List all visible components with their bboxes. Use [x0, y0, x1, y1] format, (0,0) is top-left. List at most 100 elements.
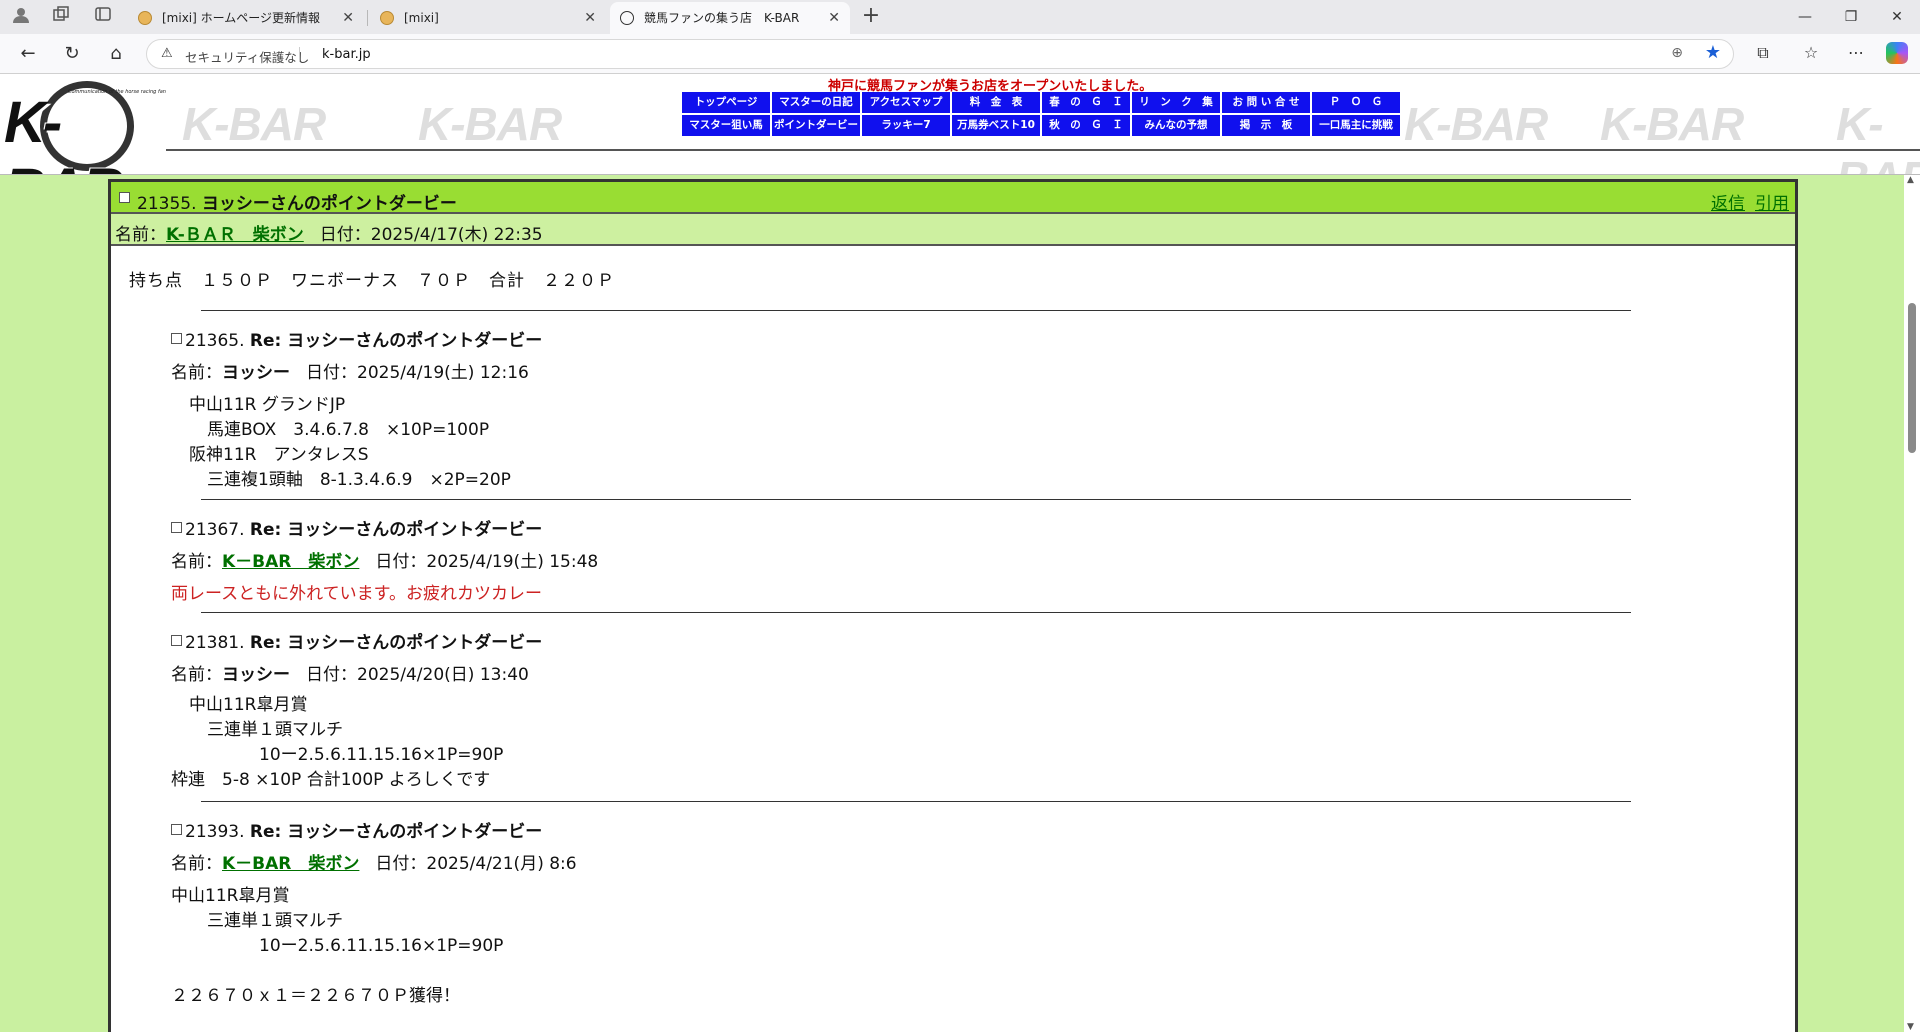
tab-title: [mixi] ホームページ更新情報	[162, 11, 321, 25]
reply-date: 2025/4/19(土) 15:48	[426, 552, 599, 572]
restore-button[interactable]: ❐	[1828, 0, 1874, 34]
reply-checkbox[interactable]	[171, 635, 182, 646]
close-window-button[interactable]: ✕	[1874, 0, 1920, 34]
date-label: 日付：	[375, 552, 427, 572]
reply-line: 10ー2.5.6.11.15.16×1P=90P	[259, 745, 504, 765]
address-bar[interactable]: ⚠ セキュリティ保護なし k-bar.jp ⊕ ★	[146, 39, 1734, 69]
mixi-favicon-icon	[138, 11, 152, 25]
menu-master-diary[interactable]: マスターの日記	[772, 92, 862, 113]
reply-title: Re: ヨッシーさんのポイントダービー	[249, 520, 543, 540]
scroll-down-icon[interactable]: ▼	[1907, 1022, 1914, 1032]
menu-point-derby[interactable]: ポイントダービー	[772, 115, 862, 136]
reply-line: 10ー2.5.6.11.15.16×1P=90P	[259, 936, 504, 956]
close-tab-icon[interactable]: ✕	[828, 2, 840, 34]
menu-master-picks[interactable]: マスター狙い馬	[682, 115, 772, 136]
watermark: K-BAR	[1836, 98, 1920, 175]
tab-mixi-updates[interactable]: [mixi] ホームページ更新情報 ✕	[128, 2, 364, 34]
menu-horse-owner[interactable]: 一口馬主に挑戦	[1312, 115, 1402, 136]
page-viewport: K-BAR K-BAR K-BAR K-BAR K-BAR K-BAR Comm…	[0, 75, 1920, 1032]
globe-icon	[620, 11, 634, 25]
favorite-star-icon[interactable]: ★	[1705, 42, 1721, 63]
reply-line: ２２６７０ｘ１＝２２６７０Ｐ獲得！	[171, 986, 460, 1006]
back-button[interactable]: ←	[16, 42, 40, 66]
minimize-button[interactable]: —	[1782, 0, 1828, 34]
post-date: 2025/4/17(木) 22:35	[370, 225, 543, 245]
tab-actions-icon[interactable]	[92, 6, 114, 28]
thread-checkbox[interactable]	[119, 192, 130, 203]
zoom-icon[interactable]: ⊕	[1671, 45, 1683, 61]
profile-icon[interactable]	[10, 6, 32, 28]
tab-bar: [mixi] ホームページ更新情報 ✕ [mixi] ✕ 競馬ファンの集う店 K…	[0, 0, 1920, 34]
menu-top-page[interactable]: トップページ	[682, 92, 772, 113]
reply-line: 枠連 5-8 ×10P 合計100P よろしくです	[171, 770, 491, 790]
menu-price-list[interactable]: 料 金 表	[952, 92, 1042, 113]
quote-link[interactable]: 引用	[1755, 194, 1789, 214]
mixi-favicon-icon	[380, 11, 394, 25]
logo-text: K-BAR	[4, 90, 124, 175]
scrollbar-thumb[interactable]	[1908, 303, 1916, 453]
tab-mixi[interactable]: [mixi] ✕	[370, 2, 606, 34]
new-tab-button[interactable]: +	[858, 4, 884, 30]
menu-best10[interactable]: 万馬券ベスト10	[952, 115, 1042, 136]
thread-title: 21355. ヨッシーさんのポイントダービー	[137, 189, 457, 214]
vertical-scrollbar[interactable]: ▲ ▼	[1904, 175, 1920, 1032]
reply-line: 三連単１頭マルチ	[207, 720, 343, 740]
reply-author-link[interactable]: K－BAR 柴ボン	[222, 854, 359, 874]
menu-bulletin-board[interactable]: 掲 示 板	[1222, 115, 1312, 136]
reply-author-link[interactable]: K－BAR 柴ボン	[222, 552, 359, 572]
thread-card: 21355. ヨッシーさんのポイントダービー 返信 引用 名前： K-ＢＡＲ 柴ボン…	[108, 179, 1798, 1032]
menu-contact[interactable]: お 問 い 合 せ	[1222, 92, 1312, 113]
menu-spring-g1[interactable]: 春 の Ｇ Ｉ	[1042, 92, 1132, 113]
divider	[201, 612, 1631, 613]
reply-title: Re: ヨッシーさんのポイントダービー	[249, 822, 543, 842]
site-logo[interactable]: K-BAR Communication of the horse racing …	[4, 79, 166, 175]
menu-pog[interactable]: Ｐ Ｏ Ｇ	[1312, 92, 1402, 113]
reply-author: ヨッシー	[222, 665, 290, 685]
date-label: 日付：	[306, 665, 357, 685]
reply-checkbox[interactable]	[171, 333, 182, 344]
menu-links[interactable]: リ ン ク 集	[1132, 92, 1222, 113]
scroll-up-icon[interactable]: ▲	[1907, 175, 1914, 185]
favorites-icon[interactable]: ☆	[1800, 43, 1822, 62]
reply-number: 21367.	[185, 520, 245, 540]
security-label[interactable]: セキュリティ保護なし	[185, 47, 309, 66]
copilot-icon[interactable]	[1886, 42, 1908, 64]
reply-line: 阪神11R アンタレスS	[189, 445, 369, 465]
close-tab-icon[interactable]: ✕	[342, 2, 354, 34]
name-label: 名前：	[171, 665, 222, 685]
header-divider	[166, 149, 1920, 151]
site-header: K-BAR K-BAR K-BAR K-BAR K-BAR K-BAR Comm…	[0, 75, 1920, 175]
reply-line: 三連単１頭マルチ	[207, 911, 343, 931]
workspaces-icon[interactable]	[50, 6, 72, 28]
more-menu-icon[interactable]: ⋯	[1845, 43, 1867, 62]
thread-title-text: ヨッシーさんのポイントダービー	[201, 194, 457, 214]
reply-date: 2025/4/21(月) 8:6	[426, 854, 577, 874]
reply-title: Re: ヨッシーさんのポイントダービー	[249, 633, 543, 653]
divider	[201, 310, 1631, 311]
thread-actions: 返信 引用	[1701, 189, 1789, 214]
site-menu: トップページ マスターの日記 アクセスマップ 料 金 表 春 の Ｇ Ｉ リ ン…	[682, 92, 1402, 136]
watermark: K-BAR	[1404, 98, 1548, 150]
reply-number: 21393.	[185, 822, 245, 842]
reply-number: 21365.	[185, 331, 245, 351]
watermark: K-BAR	[1600, 98, 1744, 150]
warning-icon[interactable]: ⚠	[161, 46, 173, 61]
url-text[interactable]: k-bar.jp	[322, 47, 371, 62]
author-link[interactable]: K-ＢＡＲ 柴ボン	[166, 225, 304, 245]
reply-checkbox[interactable]	[171, 824, 182, 835]
home-button[interactable]: ⌂	[104, 42, 128, 66]
name-label: 名前：	[171, 363, 222, 383]
reply-checkbox[interactable]	[171, 522, 182, 533]
menu-autumn-g1[interactable]: 秋 の Ｇ Ｉ	[1042, 115, 1132, 136]
menu-everyone-picks[interactable]: みんなの予想	[1132, 115, 1222, 136]
address-separator	[299, 47, 300, 62]
menu-lucky7[interactable]: ラッキー7	[862, 115, 952, 136]
reply-link[interactable]: 返信	[1711, 194, 1745, 214]
refresh-button[interactable]: ↻	[60, 42, 84, 66]
extensions-icon[interactable]: ⧉	[1752, 43, 1774, 63]
thread-number: 21355.	[137, 194, 197, 214]
tab-kbar[interactable]: 競馬ファンの集う店 K-BAR ✕	[610, 2, 850, 34]
close-tab-icon[interactable]: ✕	[584, 2, 596, 34]
reply-line: 三連複1頭軸 8-1.3.4.6.9 ×2P=20P	[207, 470, 511, 490]
menu-access-map[interactable]: アクセスマップ	[862, 92, 952, 113]
